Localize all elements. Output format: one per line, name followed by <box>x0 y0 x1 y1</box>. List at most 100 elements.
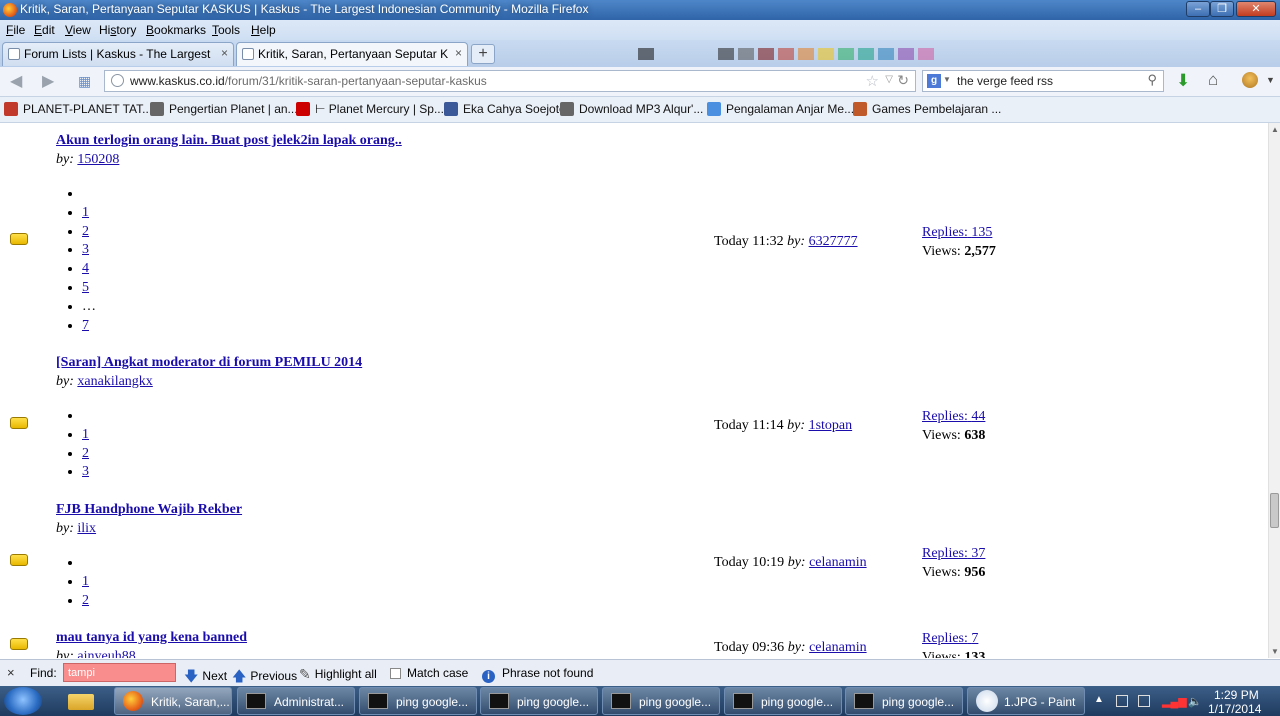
show-hidden-icons-arrow-icon[interactable]: ▲ <box>1094 694 1104 705</box>
volume-icon[interactable]: 🔈 <box>1188 695 1202 708</box>
signal-bars-icon[interactable]: ▂▄▆ <box>1162 695 1187 708</box>
highlight-all-button[interactable]: ✎ Highlight all <box>299 666 377 683</box>
thread-title-link[interactable]: FJB Handphone Wajib Rekber <box>56 502 242 518</box>
taskbar-button[interactable]: 1.JPG - Paint <box>967 687 1085 715</box>
clock-date[interactable]: 1/17/2014 <box>1208 702 1261 716</box>
thread-author-link[interactable]: 150208 <box>77 152 119 167</box>
page-link-item[interactable]: 2 <box>82 223 96 242</box>
find-input[interactable] <box>63 663 176 682</box>
last-post-user-link[interactable]: celanamin <box>809 640 867 655</box>
page-number[interactable]: 2 <box>82 446 89 461</box>
page-number[interactable]: 2 <box>82 593 89 608</box>
page-link-item[interactable]: 5 <box>82 279 96 298</box>
scroll-up-arrow-icon[interactable]: ▲ <box>1271 125 1279 134</box>
thread-title-link[interactable]: Akun terlogin orang lain. Buat post jele… <box>56 133 402 149</box>
find-close-icon[interactable]: × <box>7 665 15 680</box>
maximize-button[interactable]: ❐ <box>1210 1 1234 17</box>
page-number[interactable]: 2 <box>82 224 89 239</box>
thread-author-link[interactable]: xanakilangkx <box>77 374 152 389</box>
menu-history[interactable]: History <box>99 23 136 37</box>
taskbar-button[interactable]: Administrat... <box>237 687 355 715</box>
back-arrow-icon[interactable]: ◀ <box>10 71 22 91</box>
page-number[interactable]: 3 <box>82 242 89 257</box>
close-window-button[interactable]: ✕ <box>1236 1 1276 17</box>
replies-link[interactable]: Replies: 135 <box>922 225 992 240</box>
match-case-checkbox[interactable]: Match case <box>390 666 468 680</box>
page-number[interactable]: 1 <box>82 205 89 220</box>
search-input[interactable] <box>955 73 1139 89</box>
addon-monkey-icon[interactable] <box>1242 72 1258 88</box>
page-number[interactable]: 3 <box>82 464 89 479</box>
bookmark-item[interactable]: Games Pembelajaran ... <box>853 102 1001 116</box>
new-tab-button[interactable]: + <box>471 44 495 64</box>
toolbar-menu-dropdown-icon[interactable]: ▼ <box>1266 75 1275 85</box>
vertical-scrollbar[interactable]: ▲ ▼ <box>1268 123 1280 658</box>
clock-time[interactable]: 1:29 PM <box>1214 688 1259 702</box>
bookmark-item[interactable]: PLANET-PLANET TAT... <box>4 102 152 116</box>
page-link-item[interactable]: 3 <box>82 463 89 482</box>
menu-bookmarks[interactable]: Bookmarks <box>146 23 206 37</box>
last-post-user-link[interactable]: celanamin <box>809 555 867 570</box>
page-link-item[interactable]: 3 <box>82 241 96 260</box>
tab-close-icon[interactable]: × <box>221 46 228 60</box>
apps-grid-icon[interactable]: ▦ <box>78 73 91 90</box>
forward-arrow-icon[interactable]: ▶ <box>42 71 54 91</box>
taskbar-button[interactable]: ping google... <box>480 687 598 715</box>
thread-title-link[interactable]: [Saran] Angkat moderator di forum PEMILU… <box>56 355 362 371</box>
page-number[interactable]: 7 <box>82 318 89 333</box>
download-arrow-icon[interactable]: ⬇ <box>1176 71 1190 91</box>
menu-view[interactable]: View <box>65 23 91 37</box>
search-magnifier-icon[interactable]: ⚲ <box>1147 72 1157 88</box>
taskbar-button[interactable]: ping google... <box>724 687 842 715</box>
thread-author-link[interactable]: ainyeuh88 <box>77 649 135 658</box>
google-search-engine-icon[interactable]: g <box>927 74 941 88</box>
explorer-folder-icon[interactable] <box>64 688 98 714</box>
network-icon[interactable] <box>1138 695 1150 707</box>
page-link-item[interactable]: 2 <box>82 592 89 611</box>
taskbar-button[interactable]: Kritik, Saran,... <box>114 687 232 715</box>
url-bar[interactable]: www.kaskus.co.id/forum/31/kritik-saran-p… <box>104 70 916 92</box>
bookmark-item[interactable]: Pengalaman Anjar Me... <box>707 102 854 116</box>
page-link-item[interactable]: 1 <box>82 426 89 445</box>
page-link-item[interactable]: 4 <box>82 260 96 279</box>
bookmark-item[interactable]: Eka Cahya Soejoto <box>444 102 566 116</box>
url-history-dropdown-icon[interactable]: ▽ <box>885 74 893 85</box>
page-number[interactable]: 1 <box>82 427 89 442</box>
page-link-item[interactable]: 1 <box>82 204 96 223</box>
menu-edit[interactable]: Edit <box>34 23 55 37</box>
page-number[interactable]: 1 <box>82 574 89 589</box>
scroll-down-arrow-icon[interactable]: ▼ <box>1271 647 1279 656</box>
home-icon[interactable]: ⌂ <box>1208 70 1218 90</box>
url-text[interactable]: www.kaskus.co.id/forum/31/kritik-saran-p… <box>130 74 487 88</box>
last-post-user-link[interactable]: 1stopan <box>809 418 853 433</box>
page-link-item[interactable]: 2 <box>82 445 89 464</box>
search-engine-dropdown-icon[interactable]: ▼ <box>943 75 951 84</box>
scrollbar-thumb[interactable] <box>1270 493 1279 528</box>
page-number[interactable]: 4 <box>82 261 89 276</box>
bookmark-item[interactable]: ⊢ Planet Mercury | Sp... <box>296 102 444 116</box>
bookmark-item[interactable]: Download MP3 Alqur'... <box>560 102 703 116</box>
bookmark-star-icon[interactable]: ☆ <box>866 72 879 90</box>
menu-help[interactable]: Help <box>251 23 276 37</box>
menu-tools[interactable]: Tools <box>212 23 240 37</box>
action-center-flag-icon[interactable] <box>1116 695 1128 707</box>
replies-link[interactable]: Replies: 7 <box>922 631 978 646</box>
tab-close-icon[interactable]: × <box>455 46 462 60</box>
thread-title-link[interactable]: mau tanya id yang kena banned <box>56 630 247 646</box>
tab-forum-lists[interactable]: Forum Lists | Kaskus - The Largest Ind..… <box>2 42 234 66</box>
page-link-item[interactable]: 1 <box>82 573 89 592</box>
checkbox-box[interactable] <box>390 668 401 679</box>
replies-link[interactable]: Replies: 44 <box>922 409 985 424</box>
minimize-button[interactable]: – <box>1186 1 1210 17</box>
last-post-user-link[interactable]: 6327777 <box>809 234 858 249</box>
replies-link[interactable]: Replies: 37 <box>922 546 985 561</box>
taskbar-button[interactable]: ping google... <box>845 687 963 715</box>
taskbar-button[interactable]: ping google... <box>359 687 477 715</box>
reload-icon[interactable]: ↻ <box>897 72 909 89</box>
menu-file[interactable]: File <box>6 23 25 37</box>
tab-kritik-saran[interactable]: Kritik, Saran, Pertanyaan Seputar KAS...… <box>236 42 468 66</box>
page-link-item[interactable]: 7 <box>82 317 96 336</box>
start-button[interactable] <box>4 687 42 715</box>
bookmark-item[interactable]: Pengertian Planet | an... <box>150 102 298 116</box>
taskbar-button[interactable]: ping google... <box>602 687 720 715</box>
